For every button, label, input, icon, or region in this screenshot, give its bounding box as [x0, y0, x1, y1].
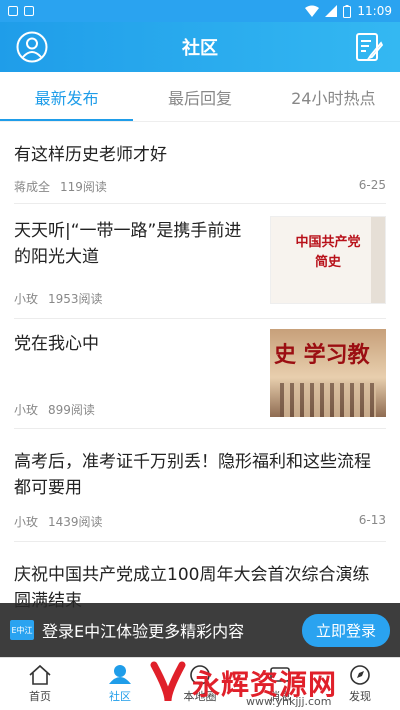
notification-icon	[24, 6, 34, 16]
wifi-icon	[305, 5, 320, 17]
post-author: 小玫	[14, 403, 39, 417]
tabbar-local-circle[interactable]: 本地圈	[160, 658, 240, 710]
user-avatar-icon[interactable]	[16, 31, 48, 63]
battery-icon	[343, 4, 352, 18]
list-item[interactable]: 高考后，准考证千万别丢！隐形福利和这些流程都可要用 小玫 1439阅读 6-13	[14, 429, 386, 542]
post-views: 119阅读	[60, 180, 107, 194]
app-logo: E中江	[10, 620, 34, 640]
post-thumbnail: 史 学习教	[270, 329, 386, 417]
tab-24h-hot[interactable]: 24小时热点	[267, 72, 400, 121]
tabbar-label: 本地圈	[183, 690, 217, 703]
thumbnail-caption: 史 学习教	[274, 342, 370, 368]
thumbnail-caption: 中国共产党	[295, 235, 361, 250]
tab-latest[interactable]: 最新发布	[0, 72, 134, 121]
status-bar: 11:09	[0, 0, 400, 22]
post-views: 1439阅读	[48, 515, 103, 529]
community-icon	[109, 665, 131, 684]
local-circle-icon	[190, 665, 210, 685]
feed-tabs: 最新发布 最后回复 24小时热点	[0, 72, 400, 122]
message-icon	[270, 667, 290, 682]
login-promo-banner[interactable]: E中江 登录E中江体验更多精彩内容 立即登录	[0, 603, 400, 657]
discover-icon	[350, 665, 370, 685]
page-title: 社区	[182, 38, 218, 59]
list-item[interactable]: 有这样历史老师才好 蒋成全 119阅读 6-25	[14, 122, 386, 204]
bottom-tab-bar: 首页 社区 本地圈 消息 发现	[0, 657, 400, 710]
post-author: 小玫	[14, 515, 39, 529]
post-meta: 小玫 1953阅读	[14, 290, 103, 307]
tabbar-community[interactable]: 社区	[80, 658, 160, 710]
home-icon	[29, 664, 51, 685]
post-author: 小玫	[14, 292, 39, 306]
post-views: 899阅读	[48, 403, 95, 417]
post-feed: 有这样历史老师才好 蒋成全 119阅读 6-25 天天听|“一带一路”是携手前进…	[0, 122, 400, 642]
post-date: 6-25	[358, 178, 386, 192]
tab-last-reply[interactable]: 最后回复	[133, 72, 266, 121]
post-date: 6-13	[358, 513, 386, 527]
tabbar-messages[interactable]: 消息	[240, 658, 320, 710]
tabbar-label: 社区	[109, 690, 131, 703]
post-author: 蒋成全	[14, 180, 51, 194]
thumbnail-caption: 简史	[314, 255, 341, 270]
tabbar-label: 首页	[29, 690, 51, 703]
compose-icon[interactable]	[354, 31, 384, 63]
shield-icon	[8, 6, 18, 16]
post-views: 1953阅读	[48, 292, 103, 306]
post-meta: 小玫 899阅读	[14, 401, 95, 418]
login-button[interactable]: 立即登录	[301, 613, 390, 647]
post-meta: 蒋成全 119阅读	[14, 178, 107, 195]
tabbar-home[interactable]: 首页	[0, 658, 80, 710]
tabbar-label: 消息	[269, 690, 291, 703]
post-title: 有这样历史老师才好	[14, 145, 167, 165]
post-thumbnail: 中国共产党 简史	[270, 216, 386, 304]
post-title: 天天听|“一带一路”是携手前进的阳光大道	[14, 221, 242, 267]
list-item[interactable]: 天天听|“一带一路”是携手前进的阳光大道 小玫 1953阅读 中国共产党 简史	[14, 204, 386, 319]
post-title: 高考后，准考证千万别丢！隐形福利和这些流程都可要用	[14, 452, 371, 498]
status-time: 11:09	[357, 4, 392, 18]
post-title: 党在我心中	[14, 334, 99, 354]
list-item[interactable]: 党在我心中 小玫 899阅读 史 学习教	[14, 319, 386, 429]
login-promo-text: 登录E中江体验更多精彩内容	[42, 622, 245, 641]
app-header: 社区	[0, 22, 400, 72]
post-meta: 小玫 1439阅读	[14, 513, 103, 530]
signal-icon	[325, 5, 338, 17]
tabbar-label: 发现	[349, 690, 371, 703]
tabbar-discover[interactable]: 发现	[320, 658, 400, 710]
